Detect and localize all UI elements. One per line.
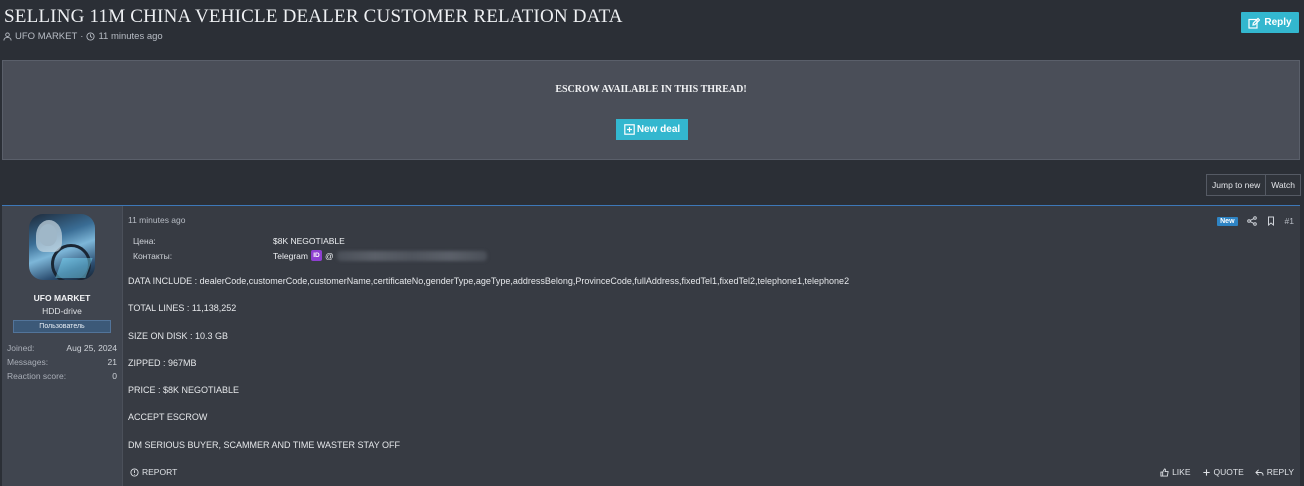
thumbs-up-icon [1160, 467, 1169, 477]
new-badge: New [1217, 216, 1238, 226]
price-value: $8K NEGOTIABLE [273, 235, 345, 246]
post-custom-fields: Цена: $8K NEGOTIABLE Контакты: Telegram … [133, 233, 487, 263]
escrow-title: ESCROW AVAILABLE IN THIS THREAD! [555, 84, 747, 95]
watch-button[interactable]: Watch [1265, 175, 1300, 195]
thread-action-buttons: Jump to new Watch [1206, 174, 1301, 196]
user-stat-value: Aug 25, 2024 [66, 343, 117, 353]
contacts-value: Telegram ID @ [273, 250, 487, 261]
reply-button-label: Reply [1264, 17, 1292, 28]
user-icon [3, 32, 12, 41]
post-line: DM SERIOUS BUYER, SCAMMER AND TIME WASTE… [128, 439, 401, 450]
price-label: Цена: [133, 235, 156, 246]
reply-button[interactable]: Reply [1241, 12, 1299, 33]
share-icon[interactable] [1246, 216, 1257, 226]
post-date[interactable]: 11 minutes ago [128, 215, 186, 225]
post-main: 11 minutes ago New #1 Цена: $8K NEGOTIAB… [128, 206, 1300, 486]
post-line: DATA INCLUDE : dealerCode,customerCode,c… [128, 276, 850, 286]
user-stat-value: 0 [112, 371, 117, 381]
reply-arrow-icon [1255, 468, 1264, 476]
user-stat-label: Reaction score: [7, 371, 67, 381]
meta-separator: · [80, 31, 84, 42]
post: UFO MARKET HDD-drive Пользователь Joined… [2, 205, 1300, 486]
post-line: ACCEPT ESCROW [128, 412, 208, 423]
avatar[interactable] [29, 214, 95, 280]
contacts-field: Контакты: Telegram ID @ [133, 248, 487, 263]
post-reply-button[interactable]: REPLY [1255, 467, 1294, 477]
user-stats: Joined: Aug 25, 2024 Messages: 21 Reacti… [7, 341, 117, 383]
new-deal-label: New deal [636, 124, 681, 135]
blurred-handle [336, 250, 487, 261]
post-line: ZIPPED : 967MB [128, 357, 197, 368]
thread-author-link[interactable]: UFO MARKET [15, 31, 77, 42]
price-field: Цена: $8K NEGOTIABLE [133, 233, 487, 248]
user-stat-row: Reaction score: 0 [7, 369, 117, 383]
report-button[interactable]: REPORT [130, 467, 177, 477]
clock-icon [86, 32, 96, 41]
escrow-notice: ESCROW AVAILABLE IN THIS THREAD! New dea… [2, 60, 1300, 160]
user-title: HDD-drive [42, 306, 82, 316]
quote-button[interactable]: QUOTE [1202, 467, 1244, 477]
like-button[interactable]: LIKE [1160, 467, 1191, 477]
post-line: TOTAL LINES : 11,138,252 [128, 303, 237, 314]
thread-time[interactable]: 11 minutes ago [98, 31, 162, 42]
report-icon [130, 467, 139, 477]
contacts-at-sign: @ [324, 250, 334, 261]
contacts-telegram-text: Telegram [273, 250, 308, 261]
new-deal-button[interactable]: New deal [616, 119, 688, 140]
thread-title: SELLING 11M CHINA VEHICLE DEALER CUSTOME… [4, 6, 623, 27]
user-stat-label: Messages: [7, 357, 49, 367]
quote-label: QUOTE [1213, 467, 1244, 477]
post-line: PRICE : $8K NEGOTIABLE [128, 385, 240, 396]
like-label: LIKE [1172, 467, 1191, 477]
post-header-icons: New #1 [1217, 216, 1294, 226]
user-role-badge: Пользователь [13, 320, 111, 333]
plus-square-icon [624, 124, 635, 135]
user-stat-row: Joined: Aug 25, 2024 [7, 341, 117, 355]
post-line: SIZE ON DISK : 10.3 GB [128, 330, 229, 341]
thread-meta: UFO MARKET · 11 minutes ago [3, 31, 163, 42]
plus-icon [1202, 468, 1210, 476]
post-footer: REPORT LIKE QUOTE REPLY [128, 465, 1300, 479]
user-stat-row: Messages: 21 [7, 355, 117, 369]
bookmark-icon[interactable] [1266, 216, 1276, 226]
post-user-panel: UFO MARKET HDD-drive Пользователь Joined… [2, 206, 123, 486]
report-label: REPORT [142, 467, 178, 477]
edit-icon [1248, 17, 1261, 29]
jump-to-new-button[interactable]: Jump to new [1207, 175, 1265, 195]
contacts-label: Контакты: [133, 250, 173, 261]
user-stat-label: Joined: [7, 343, 35, 353]
post-body: DATA INCLUDE : dealerCode,customerCode,c… [128, 276, 1288, 467]
user-name[interactable]: UFO MARKET [2, 293, 122, 303]
user-stat-value: 21 [107, 357, 117, 367]
post-number[interactable]: #1 [1285, 216, 1294, 226]
telegram-id-icon: ID [310, 250, 322, 261]
post-reply-label: REPLY [1266, 467, 1294, 477]
